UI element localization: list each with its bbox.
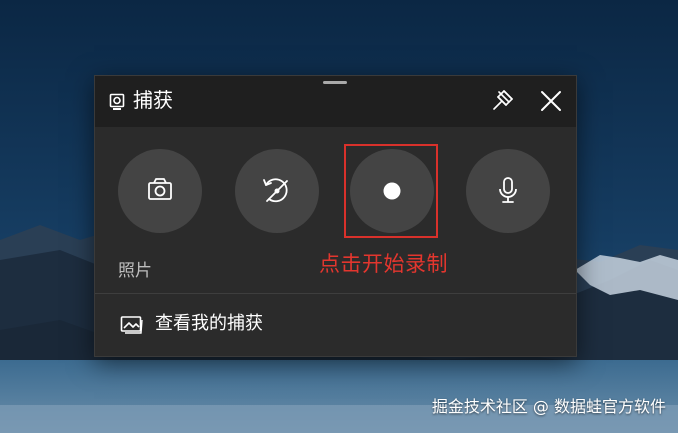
microphone-icon <box>499 177 517 203</box>
screenshot-button[interactable] <box>118 149 202 233</box>
drag-handle[interactable] <box>323 81 347 84</box>
close-icon[interactable] <box>538 87 564 115</box>
annotation-hint-text: 点击开始录制 <box>319 252 448 276</box>
see-my-captures-label: 查看我的捕获 <box>155 313 263 334</box>
annotation-highlight-box <box>344 144 438 238</box>
widget-title: 捕获 <box>133 88 173 112</box>
capture-app-icon <box>109 93 125 111</box>
record-last-30s-button[interactable] <box>235 149 319 233</box>
capture-widget: 捕获 点击开始录制 照片 查看我的捕获 <box>94 75 577 357</box>
camera-icon <box>148 178 172 200</box>
pin-icon[interactable] <box>490 87 516 115</box>
watermark-text: 掘金技术社区 @ 数据蛙官方软件 <box>431 397 666 416</box>
see-my-captures-button[interactable]: 查看我的捕获 <box>95 294 576 356</box>
gallery-icon <box>120 315 144 335</box>
widget-title-bar[interactable]: 捕获 <box>95 76 576 127</box>
microphone-button[interactable] <box>466 149 550 233</box>
record-last-30s-icon <box>263 178 288 203</box>
capture-caption: 照片 <box>118 261 152 281</box>
